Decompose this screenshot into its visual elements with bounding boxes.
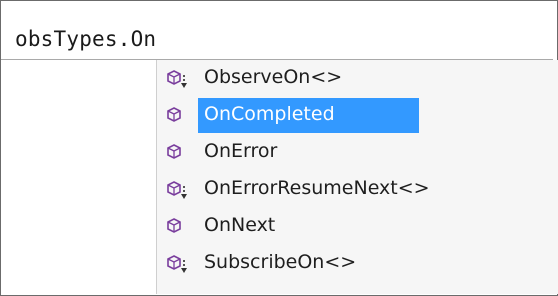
intellisense-popup: ObserveOn<> OnCompleted OnError OnErrorR…	[156, 60, 558, 294]
extension-method-icon	[167, 255, 187, 273]
completion-item-label: OnError	[204, 140, 278, 162]
completion-item-onerrorresumenext[interactable]: OnErrorResumeNext<>	[157, 171, 558, 208]
completion-item-label: OnErrorResumeNext<>	[204, 177, 430, 199]
completion-item-observeon[interactable]: ObserveOn<>	[157, 60, 558, 97]
completion-item-subscribeon[interactable]: SubscribeOn<>	[157, 245, 558, 282]
completion-item-label: SubscribeOn<>	[204, 251, 357, 273]
completion-item-label: OnCompleted	[204, 103, 335, 125]
completion-item-onerror[interactable]: OnError	[157, 134, 558, 171]
completion-item-label: ObserveOn<>	[204, 66, 343, 88]
completion-item-onnext[interactable]: OnNext	[157, 208, 558, 245]
extension-method-icon	[167, 70, 187, 88]
method-icon	[167, 107, 181, 122]
completion-item-label: OnNext	[204, 214, 276, 236]
editor-window: obsTypes.On ObserveOn<> OnCompleted OnEr…	[0, 0, 558, 296]
code-line[interactable]: obsTypes.On	[15, 27, 156, 51]
extension-method-icon	[167, 181, 187, 199]
completion-item-oncompleted[interactable]: OnCompleted	[157, 97, 558, 134]
method-icon	[167, 218, 181, 233]
method-icon	[167, 144, 181, 159]
